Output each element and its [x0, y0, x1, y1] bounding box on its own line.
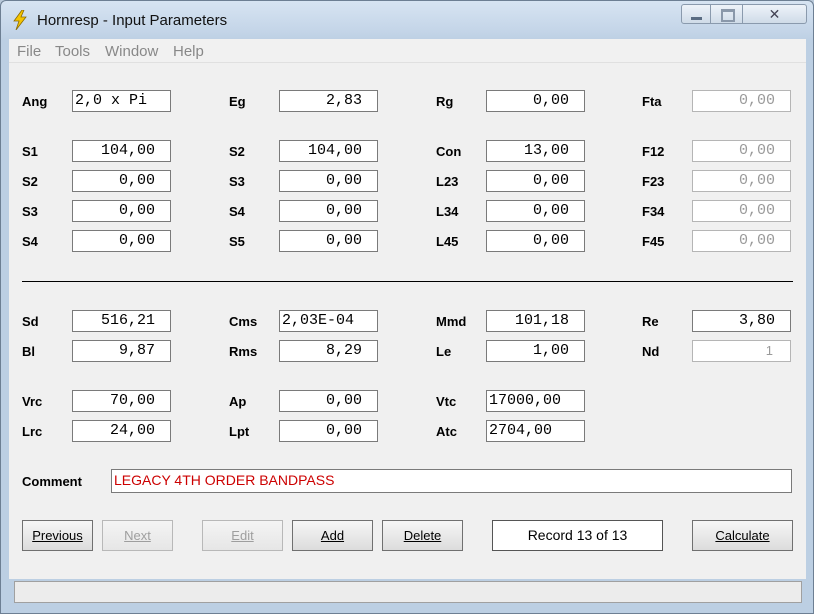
input-parameters-panel: Ang 2,0 x Pi Eg 2,83 Rg 0,00 Fta 0,00 S1…	[9, 63, 806, 579]
hornresp-window: Hornresp - Input Parameters ✕ File Tools…	[0, 0, 814, 614]
nd-label: Nd	[642, 344, 660, 359]
ang-label: Ang	[22, 94, 48, 109]
f34-field: 0,00	[692, 200, 791, 222]
close-button[interactable]: ✕	[743, 4, 807, 24]
f12-label: F12	[642, 144, 665, 159]
ap-field[interactable]: 0,00	[279, 390, 378, 412]
f45-field: 0,00	[692, 230, 791, 252]
s3-label: S3	[229, 174, 245, 189]
nd-field: 1	[692, 340, 791, 362]
section-divider	[22, 281, 793, 282]
s4-label: S4	[22, 234, 38, 249]
delete-button[interactable]: Delete	[382, 520, 463, 551]
l45-label: L45	[436, 234, 459, 249]
vrc-label: Vrc	[22, 394, 43, 409]
s1-field[interactable]: 104,00	[72, 140, 171, 162]
menu-help[interactable]: Help	[173, 43, 204, 60]
bl-label: Bl	[22, 344, 35, 359]
cms-field[interactable]: 2,03E-04	[279, 310, 378, 332]
minimize-icon	[691, 17, 702, 20]
s2-label: S2	[229, 144, 245, 159]
l34-label: L34	[436, 204, 459, 219]
menu-file[interactable]: File	[17, 43, 41, 60]
title-bar[interactable]: Hornresp - Input Parameters ✕	[1, 1, 813, 37]
vtc-field[interactable]: 17000,00	[486, 390, 585, 412]
f34-label: F34	[642, 204, 665, 219]
fta-label: Fta	[642, 94, 662, 109]
con-label: Con	[436, 144, 462, 159]
maximize-button[interactable]	[711, 4, 743, 24]
cms-label: Cms	[229, 314, 258, 329]
atc-label: Atc	[436, 424, 457, 439]
next-button: Next	[102, 520, 173, 551]
menu-window[interactable]: Window	[105, 43, 158, 60]
rg-label: Rg	[436, 94, 454, 109]
mmd-label: Mmd	[436, 314, 467, 329]
window-title: Hornresp - Input Parameters	[37, 12, 228, 29]
le-field[interactable]: 1,00	[486, 340, 585, 362]
s4-field[interactable]: 0,00	[72, 230, 171, 252]
menu-bar: File Tools Window Help	[9, 39, 806, 63]
calculate-button[interactable]: Calculate	[692, 520, 793, 551]
sd-field[interactable]: 516,21	[72, 310, 171, 332]
comment-field[interactable]: LEGACY 4TH ORDER BANDPASS	[111, 469, 792, 493]
re-field[interactable]: 3,80	[692, 310, 791, 332]
s1-label: S1	[22, 144, 38, 159]
fta-field: 0,00	[692, 90, 791, 112]
f23-label: F23	[642, 174, 665, 189]
rms-label: Rms	[229, 344, 258, 359]
s4-field[interactable]: 0,00	[279, 200, 378, 222]
s3-label: S3	[22, 204, 38, 219]
s2-field[interactable]: 0,00	[72, 170, 171, 192]
menu-tools[interactable]: Tools	[55, 43, 90, 60]
l34-field[interactable]: 0,00	[486, 200, 585, 222]
close-icon: ✕	[768, 6, 781, 22]
f12-field: 0,00	[692, 140, 791, 162]
lpt-label: Lpt	[229, 424, 250, 439]
eg-field[interactable]: 2,83	[279, 90, 378, 112]
l45-field[interactable]: 0,00	[486, 230, 585, 252]
re-label: Re	[642, 314, 659, 329]
comment-label: Comment	[22, 474, 82, 489]
con-field[interactable]: 13,00	[486, 140, 585, 162]
s3-field[interactable]: 0,00	[279, 170, 378, 192]
s2-label: S2	[22, 174, 38, 189]
vtc-label: Vtc	[436, 394, 457, 409]
previous-button[interactable]: Previous	[22, 520, 93, 551]
s5-field[interactable]: 0,00	[279, 230, 378, 252]
rg-field[interactable]: 0,00	[486, 90, 585, 112]
vrc-field[interactable]: 70,00	[72, 390, 171, 412]
add-button[interactable]: Add	[292, 520, 373, 551]
record-status: Record 13 of 13	[492, 520, 663, 551]
s2-field[interactable]: 104,00	[279, 140, 378, 162]
eg-label: Eg	[229, 94, 246, 109]
s5-label: S5	[229, 234, 245, 249]
lightning-icon	[13, 10, 27, 30]
edit-button: Edit	[202, 520, 283, 551]
f45-label: F45	[642, 234, 665, 249]
rms-field[interactable]: 8,29	[279, 340, 378, 362]
le-label: Le	[436, 344, 452, 359]
bl-field[interactable]: 9,87	[72, 340, 171, 362]
lrc-field[interactable]: 24,00	[72, 420, 171, 442]
ang-field[interactable]: 2,0 x Pi	[72, 90, 171, 112]
status-bar	[14, 581, 802, 603]
lpt-field[interactable]: 0,00	[279, 420, 378, 442]
sd-label: Sd	[22, 314, 39, 329]
minimize-button[interactable]	[681, 4, 711, 24]
s3-field[interactable]: 0,00	[72, 200, 171, 222]
l23-label: L23	[436, 174, 459, 189]
atc-field[interactable]: 2704,00	[486, 420, 585, 442]
mmd-field[interactable]: 101,18	[486, 310, 585, 332]
f23-field: 0,00	[692, 170, 791, 192]
s4-label: S4	[229, 204, 245, 219]
maximize-icon	[721, 9, 735, 22]
l23-field[interactable]: 0,00	[486, 170, 585, 192]
lrc-label: Lrc	[22, 424, 43, 439]
ap-label: Ap	[229, 394, 247, 409]
